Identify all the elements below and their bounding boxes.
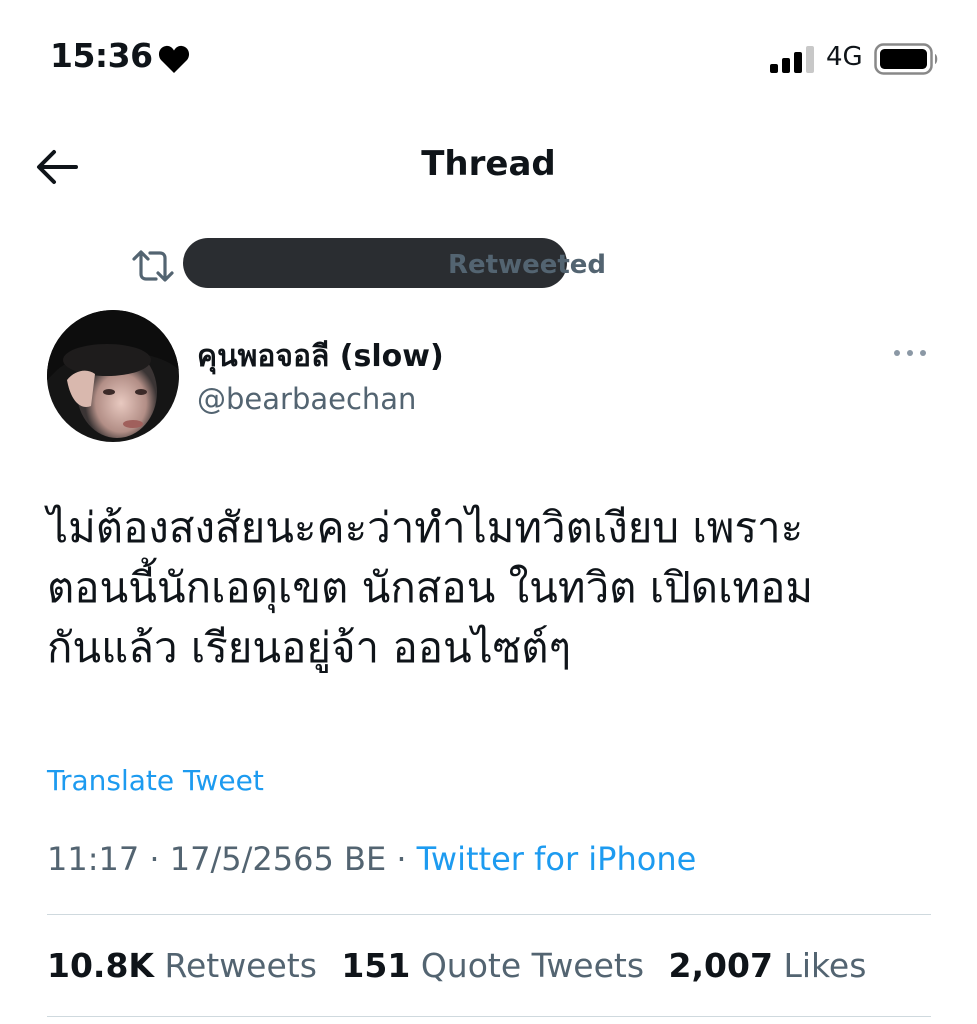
status-bar: 15:36 4G [0, 0, 977, 110]
username-handle[interactable]: @bearbaechan [197, 382, 416, 416]
tweet-date: 17/5/2565 BE [169, 840, 387, 878]
divider [47, 914, 931, 915]
quote-tweets-count: 151 [341, 946, 411, 985]
retweets-count: 10.8K [47, 946, 154, 985]
retweets-label: Retweets [164, 946, 317, 985]
likes-stat[interactable]: 2,007 Likes [669, 946, 867, 985]
quote-tweets-stat[interactable]: 151 Quote Tweets [341, 946, 644, 985]
more-options-icon[interactable] [890, 338, 930, 368]
page-title: Thread [421, 144, 556, 184]
display-name[interactable]: คุนพอจอลี (slow) [197, 333, 444, 380]
meta-separator: · [149, 840, 160, 878]
retweet-icon [132, 250, 174, 282]
tweet-text-line: กันแล้ว เรียนอยู่จ้า ออนไซต์ๆ [47, 623, 572, 672]
divider [47, 1016, 931, 1017]
tweet-text-line: ไม่ต้องสงสัยนะคะว่าทำไมทวิตเงียบ เพราะ [47, 503, 804, 552]
likes-label: Likes [783, 946, 867, 985]
translate-tweet-link[interactable]: Translate Tweet [47, 764, 264, 797]
quote-tweets-label: Quote Tweets [420, 946, 645, 985]
tweet-metadata: 11:17 · 17/5/2565 BE · Twitter for iPhon… [47, 840, 696, 878]
tweet-text: ไม่ต้องสงสัยนะคะว่าทำไมทวิตเงียบ เพราะ ต… [47, 498, 947, 678]
battery-icon [874, 43, 938, 75]
tweet-text-line: ตอนนี้นักเอดุเขต นักสอน ในทวิต เปิดเทอม [47, 563, 814, 612]
heart-icon [158, 45, 190, 73]
avatar-image [47, 310, 179, 442]
cellular-signal-icon [770, 46, 814, 73]
status-time: 15:36 [50, 36, 153, 75]
engagement-stats: 10.8K Retweets 151 Quote Tweets 2,007 Li… [47, 946, 880, 985]
retweets-stat[interactable]: 10.8K Retweets [47, 946, 317, 985]
tweet-time: 11:17 [47, 840, 140, 878]
avatar[interactable] [47, 310, 179, 442]
network-type: 4G [826, 42, 863, 72]
retweeted-label: Retweeted [448, 250, 607, 280]
tweet-source-link[interactable]: Twitter for iPhone [417, 840, 697, 878]
meta-separator: · [396, 840, 407, 878]
nav-bar: Thread [0, 130, 977, 200]
retweet-indicator: Retweeted [130, 238, 730, 290]
likes-count: 2,007 [668, 946, 773, 985]
